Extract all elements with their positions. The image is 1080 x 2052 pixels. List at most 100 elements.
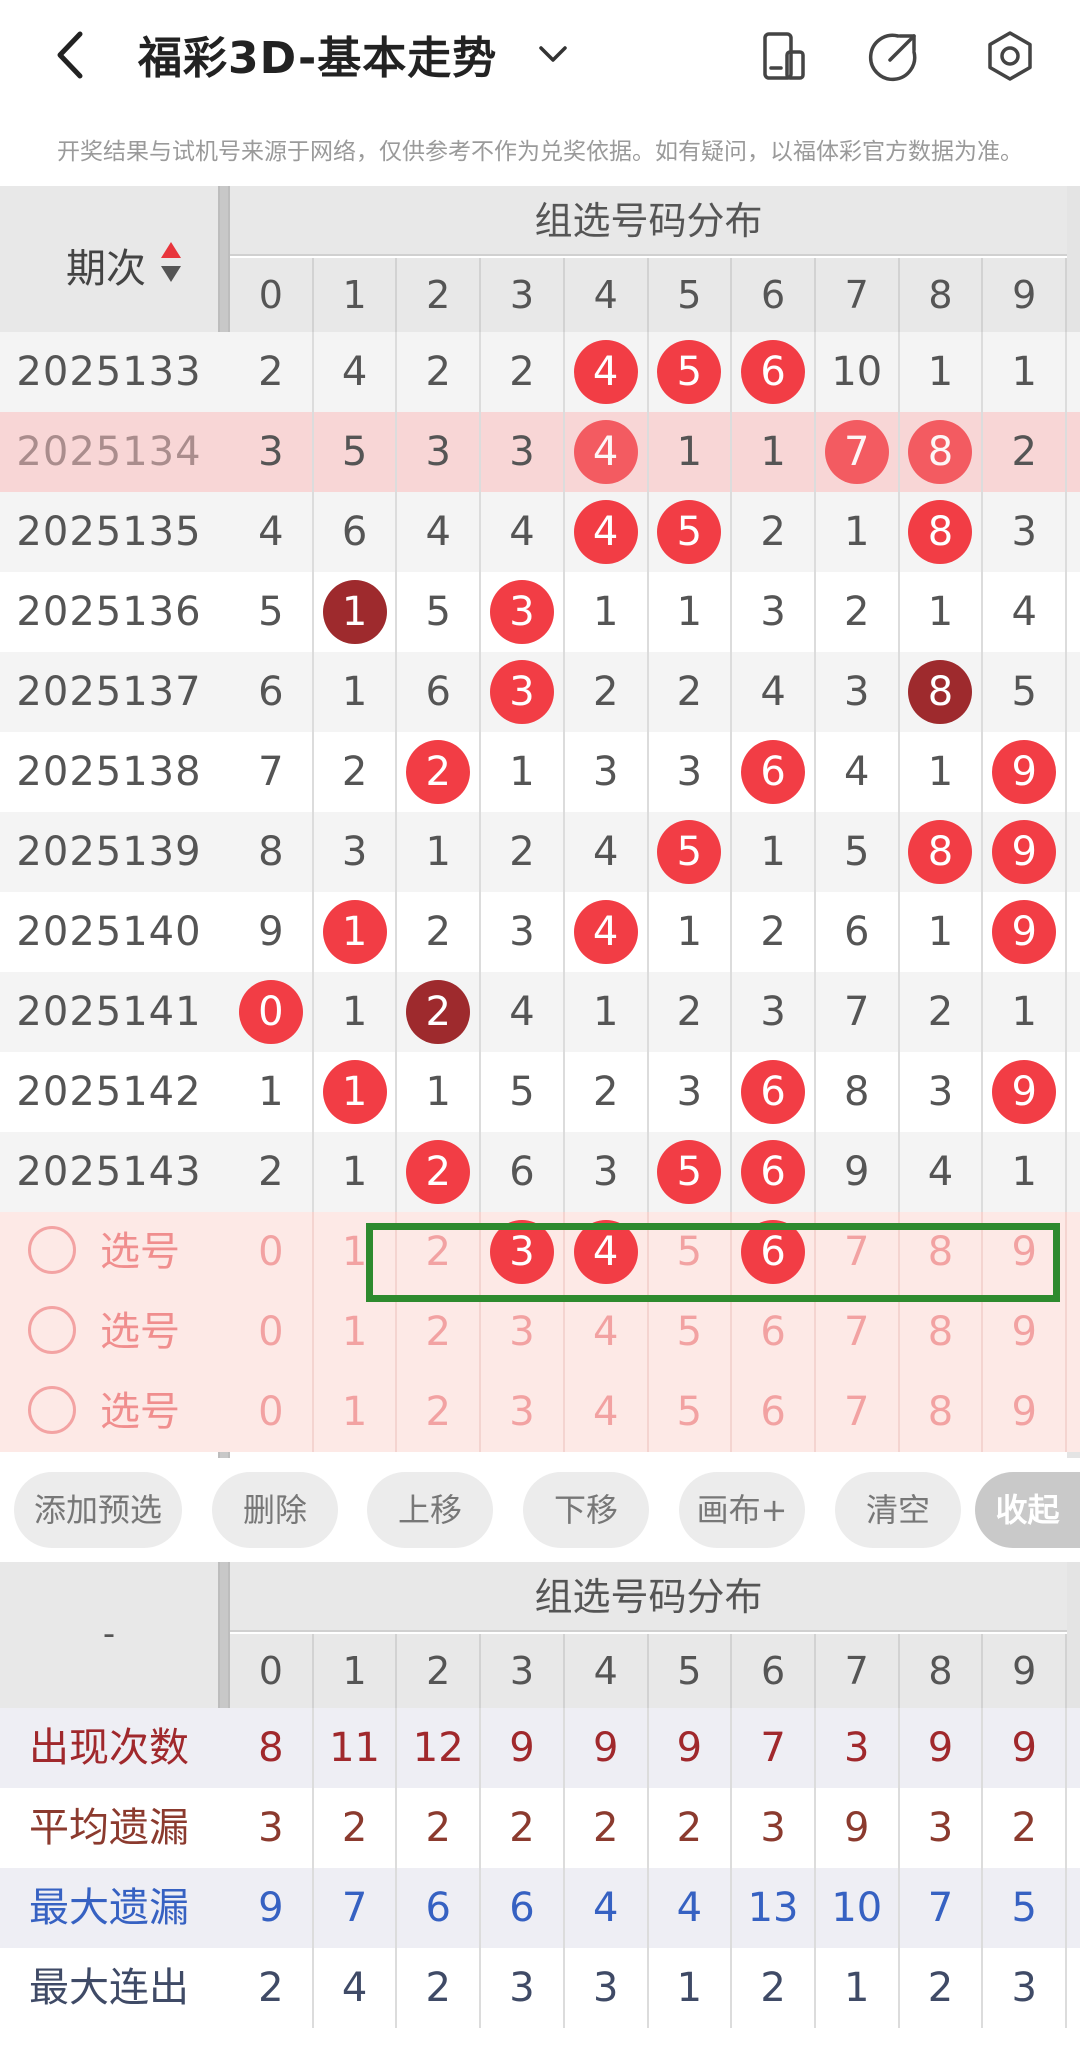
clear-button[interactable]: 清空 [835, 1472, 961, 1548]
stats-value: 7 [314, 1868, 398, 1948]
select-digit-3[interactable]: 3 [481, 1372, 565, 1452]
select-digit-9[interactable]: 9 [983, 1372, 1068, 1452]
digit-cell: 1 [314, 1132, 398, 1212]
select-label-cell: 选号 [0, 1212, 218, 1292]
stats-label: 最大连出 [29, 1965, 189, 2011]
digit-header-1: 1 [314, 258, 398, 332]
collapse-button[interactable]: 收起 [975, 1472, 1080, 1548]
phone-layout-icon[interactable] [757, 30, 809, 82]
digit-cell: 1 [900, 892, 984, 972]
select-digit-3[interactable]: 3 [481, 1292, 565, 1372]
stats-value: 8 [230, 1708, 314, 1788]
share-icon[interactable] [868, 30, 920, 82]
select-digit-9[interactable]: 9 [983, 1292, 1068, 1372]
table-row[interactable]: 2025139 8 3 1 2 4 5 1 5 8 9 [0, 812, 1080, 892]
digit-cell: 9 [983, 812, 1068, 892]
number-ball: 8 [908, 660, 973, 724]
period-column-header[interactable]: 期次 [0, 186, 218, 332]
stats-cells: 9 7 6 6 4 4 13 10 7 5 [230, 1868, 1068, 1948]
select-digit-6[interactable]: 6 [732, 1292, 816, 1372]
table-row[interactable]: 2025138 7 2 2 1 3 3 6 4 1 9 [0, 732, 1080, 812]
select-digit-2[interactable]: 2 [397, 1372, 482, 1452]
select-digit-0[interactable]: 0 [230, 1372, 314, 1452]
select-digit-7[interactable]: 7 [816, 1292, 900, 1372]
select-digit-1[interactable]: 1 [314, 1292, 398, 1372]
table-row[interactable]: 2025136 5 1 5 3 1 1 3 2 1 4 [0, 572, 1080, 652]
period-label: 期次 [66, 246, 146, 292]
digit-cell: 3 [314, 812, 398, 892]
digit-cell: 4 [314, 332, 398, 412]
settings-icon[interactable] [984, 30, 1036, 82]
stats-corner-label: - [102, 1614, 116, 1654]
select-digit-4[interactable]: 4 [565, 1292, 649, 1372]
digit-header-7: 7 [816, 258, 900, 332]
select-digit-7[interactable]: 7 [816, 1372, 900, 1452]
digit-cell: 3 [649, 732, 733, 812]
table-row[interactable]: 2025143 2 1 2 6 3 5 6 9 4 1 [0, 1132, 1080, 1212]
table-row[interactable]: 2025134 3 5 3 3 4 1 1 7 8 2 [0, 412, 1080, 492]
stats-value: 2 [565, 1788, 649, 1868]
digit-cells: 6163224385 [230, 652, 1068, 732]
stats-row: 平均遗漏 3 2 2 2 2 2 3 9 3 2 [0, 1788, 1080, 1868]
select-digit-0[interactable]: 0 [230, 1292, 314, 1372]
digit-cells: 5153113214 [230, 572, 1068, 652]
select-digit-0[interactable]: 0 [230, 1212, 314, 1292]
radio-button[interactable] [28, 1226, 76, 1274]
radio-button[interactable] [28, 1306, 76, 1354]
digit-cell: 4 [732, 652, 816, 732]
table-row[interactable]: 2025140 9 1 2 3 4 1 2 6 1 9 [0, 892, 1080, 972]
delete-button[interactable]: 删除 [212, 1472, 338, 1548]
digit-cell: 3 [481, 412, 565, 492]
move-down-button[interactable]: 下移 [523, 1472, 649, 1548]
stats-row: 出现次数 8 11 12 9 9 9 7 3 9 9 [0, 1708, 1080, 1788]
digit-cell: 8 [900, 652, 984, 732]
digit-cell: 8 [230, 812, 314, 892]
digit-cell: 5 [481, 1052, 565, 1132]
digit-cell: 4 [565, 492, 649, 572]
select-digit-5[interactable]: 5 [649, 1292, 733, 1372]
digit-cell: 5 [397, 572, 482, 652]
select-digit-4[interactable]: 4 [565, 1372, 649, 1452]
digit-cell: 5 [230, 572, 314, 652]
canvas-plus-button[interactable]: 画布+ [679, 1472, 805, 1548]
number-ball: 6 [741, 740, 806, 804]
digit-cell: 4 [481, 972, 565, 1052]
table-row[interactable]: 2025135 4 6 4 4 4 5 2 1 8 3 [0, 492, 1080, 572]
select-digit-2[interactable]: 2 [397, 1292, 482, 1372]
back-arrow-icon[interactable] [48, 28, 96, 82]
table-row[interactable]: 2025142 1 1 1 5 2 3 6 8 3 9 [0, 1052, 1080, 1132]
digit-cell: 1 [649, 572, 733, 652]
radio-button[interactable] [28, 1386, 76, 1434]
select-digit-1[interactable]: 1 [314, 1372, 398, 1452]
select-digit-8[interactable]: 8 [900, 1292, 984, 1372]
table-row[interactable]: 2025141 0 1 2 4 1 2 3 7 2 1 [0, 972, 1080, 1052]
stats-value: 2 [900, 1948, 984, 2028]
select-row[interactable]: 选号 0 1 2 3 4 5 6 7 8 9 [0, 1292, 1080, 1372]
selection-frame [366, 1223, 1060, 1302]
add-preselect-button[interactable]: 添加预选 [14, 1472, 182, 1548]
digit-cell: 4 [481, 492, 565, 572]
table-row[interactable]: 2025137 6 1 6 3 2 2 4 3 8 5 [0, 652, 1080, 732]
sort-icon[interactable] [160, 240, 182, 284]
select-label-cell: 选号 [0, 1372, 218, 1452]
section-title: 组选号码分布 [230, 186, 1067, 256]
table-row[interactable]: 2025133 2 4 2 2 4 5 6 10 1 1 [0, 332, 1080, 412]
move-up-button[interactable]: 上移 [367, 1472, 493, 1548]
stats-value: 5 [983, 1868, 1068, 1948]
digit-cell: 4 [230, 492, 314, 572]
digit-cell: 4 [983, 572, 1068, 652]
select-digit-5[interactable]: 5 [649, 1372, 733, 1452]
digit-cell: 2 [397, 1132, 482, 1212]
stats-corner: - [0, 1562, 218, 1708]
select-digit-8[interactable]: 8 [900, 1372, 984, 1452]
digit-cell: 1 [983, 972, 1068, 1052]
digit-cell: 4 [565, 332, 649, 412]
select-digit-6[interactable]: 6 [732, 1372, 816, 1452]
digit-cell: 0 [230, 972, 314, 1052]
digit-cells: 1115236839 [230, 1052, 1068, 1132]
digit-cell: 9 [983, 1052, 1068, 1132]
digit-cell: 7 [816, 972, 900, 1052]
digit-cell: 2 [230, 1132, 314, 1212]
chevron-down-icon[interactable] [533, 36, 573, 72]
select-row[interactable]: 选号 0 1 2 3 4 5 6 7 8 9 [0, 1372, 1080, 1452]
